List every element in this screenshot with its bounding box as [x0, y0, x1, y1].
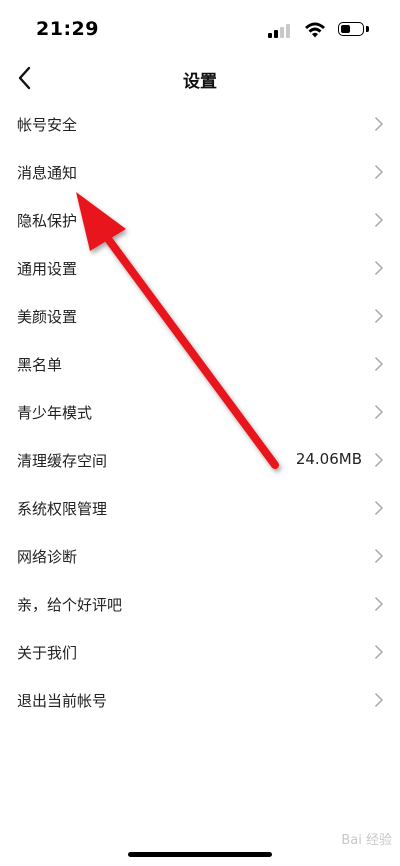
cellular-signal-icon	[268, 22, 292, 38]
settings-row[interactable]: 美颜设置	[0, 292, 400, 340]
settings-row-label: 通用设置	[17, 260, 78, 278]
chevron-right-icon	[375, 597, 383, 611]
chevron-right-icon	[375, 117, 383, 131]
settings-row[interactable]: 网络诊断	[0, 532, 400, 580]
watermark: Bai 经验	[341, 833, 392, 848]
chevron-right-icon	[375, 645, 383, 659]
page-title: 设置	[183, 72, 217, 92]
settings-row[interactable]: 青少年模式	[0, 388, 400, 436]
chevron-right-icon	[375, 213, 383, 227]
settings-row[interactable]: 系统权限管理	[0, 484, 400, 532]
settings-row-label: 清理缓存空间	[17, 452, 108, 470]
settings-row[interactable]: 隐私保护	[0, 196, 400, 244]
status-icons	[262, 22, 372, 42]
settings-row-label: 关于我们	[17, 644, 78, 662]
settings-row-value: 24.06MB	[295, 450, 362, 468]
chevron-right-icon	[375, 549, 383, 563]
battery-icon	[338, 22, 372, 38]
chevron-right-icon	[375, 501, 383, 515]
chevron-right-icon	[375, 165, 383, 179]
settings-row-label: 美颜设置	[17, 308, 78, 326]
settings-row[interactable]: 关于我们	[0, 628, 400, 676]
settings-row-label: 青少年模式	[17, 404, 93, 422]
chevron-right-icon	[375, 693, 383, 707]
settings-row[interactable]: 通用设置	[0, 244, 400, 292]
chevron-right-icon	[375, 405, 383, 419]
chevron-right-icon	[375, 261, 383, 275]
settings-row[interactable]: 黑名单	[0, 340, 400, 388]
settings-row-label: 亲，给个好评吧	[17, 596, 123, 614]
settings-row[interactable]: 清理缓存空间 24.06MB	[0, 436, 400, 484]
settings-row[interactable]: 亲，给个好评吧	[0, 580, 400, 628]
settings-list: 帐号安全消息通知隐私保护通用设置美颜设置黑名单青少年模式清理缓存空间 24.06M…	[0, 100, 400, 724]
chevron-right-icon	[375, 357, 383, 371]
chevron-right-icon	[375, 453, 383, 467]
settings-row[interactable]: 帐号安全	[0, 100, 400, 148]
settings-row[interactable]: 退出当前帐号	[0, 676, 400, 724]
home-indicator[interactable]	[128, 852, 272, 857]
settings-row-label: 系统权限管理	[17, 500, 108, 518]
status-time: 21:29	[36, 18, 99, 40]
navigation-bar: 设置	[0, 56, 400, 100]
status-bar: 21:29	[0, 0, 400, 60]
settings-row-label: 黑名单	[17, 356, 63, 374]
settings-row-label: 消息通知	[17, 164, 78, 182]
settings-row-label: 隐私保护	[17, 212, 78, 230]
settings-row-label: 退出当前帐号	[17, 692, 108, 710]
settings-row-label: 帐号安全	[17, 116, 78, 134]
chevron-right-icon	[375, 309, 383, 323]
wifi-icon	[305, 22, 325, 38]
settings-row-label: 网络诊断	[17, 548, 78, 566]
settings-row[interactable]: 消息通知	[0, 148, 400, 196]
